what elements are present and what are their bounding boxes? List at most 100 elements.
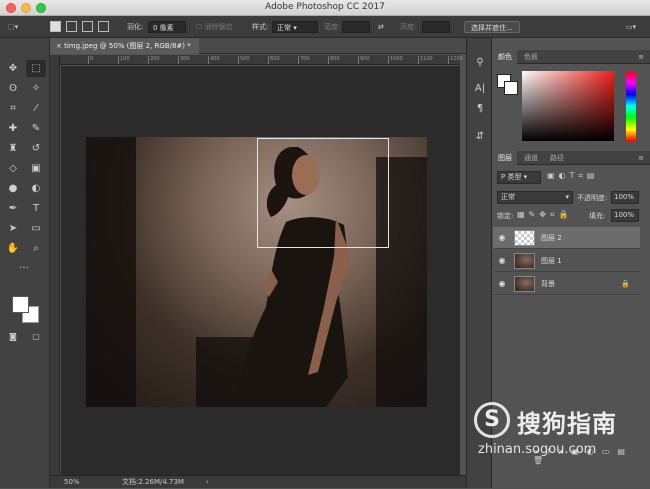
tab-paths[interactable]: 路径: [545, 151, 569, 165]
lock-icon: 🔒: [621, 280, 630, 288]
status-arrow-icon[interactable]: ›: [206, 476, 209, 489]
path-selection-tool-icon[interactable]: ➤: [3, 220, 23, 237]
feather-input[interactable]: 0 像素: [148, 21, 186, 33]
paragraph-panel-icon[interactable]: ¶: [472, 102, 488, 116]
tab-close-icon[interactable]: ×: [56, 42, 62, 50]
new-selection-icon[interactable]: [50, 21, 61, 32]
ruler-tick-label: 400: [208, 56, 220, 64]
add-selection-icon[interactable]: [66, 21, 77, 32]
ruler-tick-label: 200: [148, 56, 160, 64]
subtract-selection-icon[interactable]: [82, 21, 93, 32]
vertical-ruler[interactable]: [50, 55, 60, 475]
tools-panel: ✥ ⬚ ʘ ✧ ⌗ ⁄ ✚ ✎ ♜ ↺ ◇ ▣ ● ◐ ✒ T ➤ ▭ ✋ ⌕ …: [0, 38, 50, 488]
fill-label: 填充:: [589, 212, 606, 220]
height-label: 高度:: [400, 23, 417, 31]
color-picker-field[interactable]: [522, 71, 614, 141]
color-panel-menu-icon[interactable]: ≡: [638, 50, 644, 64]
ruler-tick-label: 900: [358, 56, 370, 64]
eye-icon[interactable]: ◉: [497, 250, 507, 272]
quick-mask-icon[interactable]: ◙: [3, 328, 23, 345]
width-input[interactable]: [342, 21, 370, 33]
foreground-color-swatch-top[interactable]: [12, 296, 29, 313]
horizontal-ruler[interactable]: 0 100 200 300 400 500 600 700 800 900 1000 1100 1200: [60, 55, 463, 65]
style-select[interactable]: 正常 ▾: [272, 21, 318, 33]
layer-row-background[interactable]: ◉ 背景 🔒: [493, 273, 640, 295]
blend-mode-select[interactable]: 正常 ▾: [497, 191, 573, 204]
ruler-tick-label: 100: [118, 56, 130, 64]
hue-slider[interactable]: [626, 71, 636, 141]
document-tab-bar: × timg.jpeg @ 50% (图层 2, RGB/8#) *: [50, 38, 466, 54]
eyedropper-tool-icon[interactable]: ⁄: [26, 100, 46, 117]
feather-label: 羽化:: [127, 23, 144, 31]
layer-thumbnail: [514, 253, 535, 269]
ruler-tick-label: 1100: [418, 56, 433, 64]
clone-stamp-tool-icon[interactable]: ♜: [3, 140, 23, 157]
color-panel-bg-swatch[interactable]: [504, 81, 518, 95]
gradient-tool-icon[interactable]: ▣: [26, 160, 46, 177]
dodge-tool-icon[interactable]: ◐: [26, 180, 46, 197]
screen-mode-icon[interactable]: ▢: [26, 328, 46, 345]
tab-layers[interactable]: 图层: [493, 151, 517, 165]
zoom-level[interactable]: 50%: [64, 476, 80, 489]
adjustments-panel-icon[interactable]: ⇵: [472, 130, 488, 144]
document-tab-title: timg.jpeg @ 50% (图层 2, RGB/8#) *: [64, 42, 191, 50]
lasso-tool-icon[interactable]: ʘ: [3, 80, 23, 97]
layer-thumbnail: [514, 230, 535, 246]
layer-filter-icons[interactable]: ▣◐T⌗▤: [547, 171, 599, 181]
hand-tool-icon[interactable]: ✋: [3, 240, 23, 257]
antialias-label: 消除锯齿: [204, 23, 233, 31]
status-bar: 50% 文档:2.26M/4.73M ›: [50, 475, 466, 488]
lock-icons[interactable]: ▦✎✥⌗🔒: [517, 210, 572, 220]
opacity-label: 不透明度:: [577, 194, 608, 202]
marquee-selection[interactable]: [257, 138, 389, 248]
color-panel-tabs: 颜色 色板 ≡: [493, 50, 650, 64]
ruler-tick-label: 1200: [448, 56, 463, 64]
zoom-tool-icon[interactable]: ⌕: [26, 240, 46, 257]
blend-mode-value: 正常: [501, 193, 515, 201]
workspace-icon[interactable]: ▭▾: [626, 21, 636, 33]
magic-wand-tool-icon[interactable]: ✧: [26, 80, 46, 97]
swap-dimensions-icon[interactable]: ⇄: [378, 21, 384, 33]
width-label: 宽度:: [324, 23, 341, 31]
color-panel: 颜色 色板 ≡: [493, 50, 650, 146]
move-tool-icon[interactable]: ✥: [3, 60, 23, 77]
rectangle-tool-icon[interactable]: ▭: [26, 220, 46, 237]
fill-input[interactable]: 100%: [611, 209, 639, 222]
eye-icon[interactable]: ◉: [497, 273, 507, 295]
ruler-tick-label: 600: [268, 56, 280, 64]
layer-name: 图层 2: [541, 234, 562, 242]
layers-panel-tabs: 图层 通道 路径 ≡: [493, 151, 650, 165]
eye-icon[interactable]: ◉: [497, 227, 507, 249]
layer-row-layer1[interactable]: ◉ 图层 1: [493, 250, 640, 272]
tab-channels[interactable]: 通道: [519, 151, 543, 165]
eraser-tool-icon[interactable]: ◇: [3, 160, 23, 177]
rect-marquee-tool-icon[interactable]: ⬚: [26, 60, 46, 77]
type-tool-icon[interactable]: T: [26, 200, 46, 217]
blur-tool-icon[interactable]: ●: [3, 180, 23, 197]
ruler-tick-label: 1000: [388, 56, 403, 64]
history-brush-tool-icon[interactable]: ↺: [26, 140, 46, 157]
height-input[interactable]: [422, 21, 450, 33]
intersect-selection-icon[interactable]: [98, 21, 109, 32]
crop-tool-icon[interactable]: ⌗: [3, 100, 23, 117]
healing-brush-tool-icon[interactable]: ✚: [3, 120, 23, 137]
more-tools-icon[interactable]: ···: [14, 260, 34, 277]
sogou-badge-icon: S: [474, 402, 510, 438]
ruler-tick-label: 800: [328, 56, 340, 64]
brush-tool-icon[interactable]: ✎: [26, 120, 46, 137]
pen-tool-icon[interactable]: ✒: [3, 200, 23, 217]
doc-size-info[interactable]: 文档:2.26M/4.73M: [122, 476, 184, 489]
marquee-preset-icon[interactable]: ⬚▾: [8, 21, 18, 33]
document-tab[interactable]: × timg.jpeg @ 50% (图层 2, RGB/8#) *: [50, 38, 199, 54]
opacity-input[interactable]: 100%: [611, 191, 639, 204]
antialias-checkbox[interactable]: ☐ 消除锯齿: [196, 21, 233, 33]
history-panel-icon[interactable]: ⚲: [472, 56, 488, 70]
layers-panel-menu-icon[interactable]: ≡: [638, 151, 644, 165]
watermark-brand: 搜狗指南: [517, 410, 617, 438]
layer-row-layer2[interactable]: ◉ 图层 2: [493, 227, 640, 249]
tab-color[interactable]: 颜色: [493, 50, 517, 64]
layer-filter-select[interactable]: P 类型 ▾: [497, 171, 541, 184]
select-and-mask-button[interactable]: 选择并遮住...: [464, 21, 520, 33]
tab-swatches[interactable]: 色板: [519, 50, 543, 64]
character-panel-icon[interactable]: A|: [472, 82, 488, 96]
